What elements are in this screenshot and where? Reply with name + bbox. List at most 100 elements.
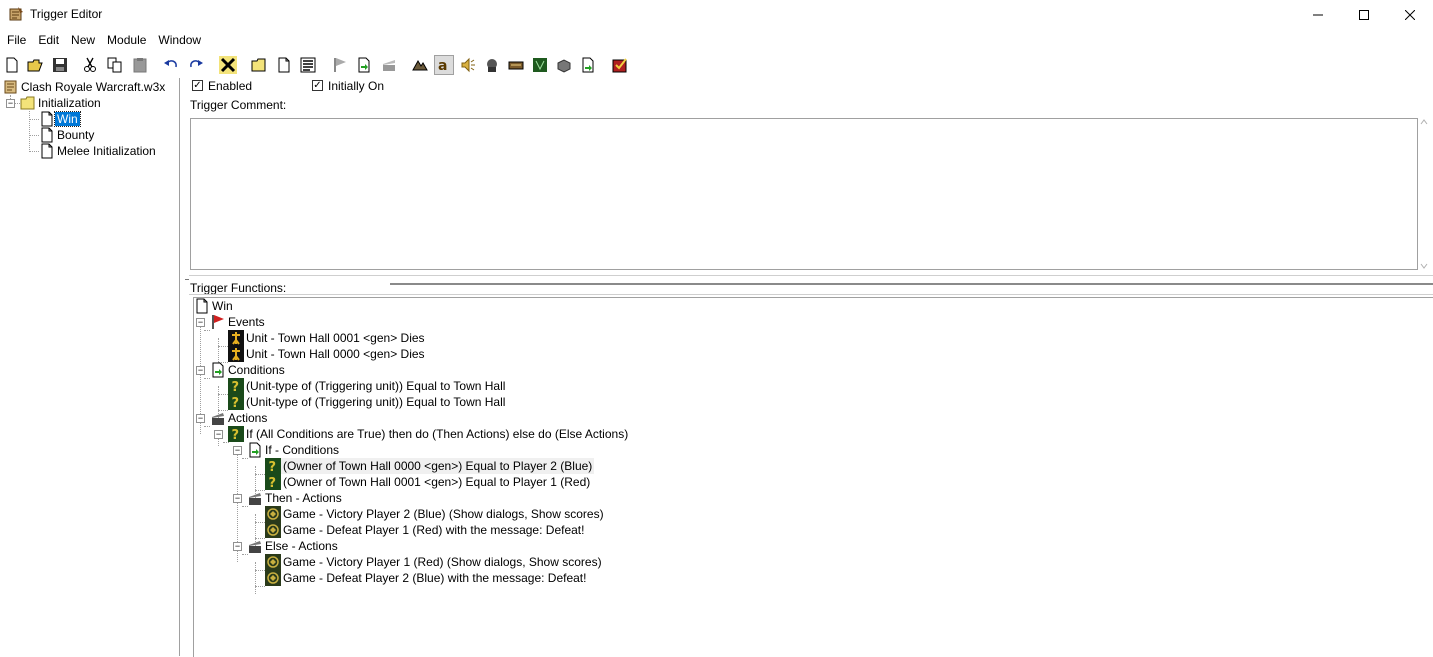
new-comment-button[interactable] [298,55,318,75]
trigger-label: Win [54,111,81,127]
paste-button[interactable] [130,55,150,75]
ai-editor-icon [533,58,547,72]
initially-on-checkbox[interactable]: ✓ [312,80,323,91]
else-actions-node[interactable]: Else - Actions [247,538,340,554]
undo-button[interactable] [161,55,181,75]
then-actions-collapse-toggle[interactable]: − [233,494,242,503]
new-condition-button[interactable] [354,55,374,75]
new-action-button[interactable] [379,55,399,75]
menu-bar: File Edit New Module Window [0,30,1433,50]
event-row[interactable]: Unit - Town Hall 0001 <gen> Dies [228,330,427,346]
conditions-label: Conditions [228,363,285,377]
tree-trigger-win[interactable]: Win [39,111,81,127]
maximize-button[interactable] [1341,0,1387,30]
sound-editor-button[interactable] [458,55,478,75]
redo-button[interactable] [186,55,206,75]
delete-button[interactable] [218,55,238,75]
save-button[interactable] [50,55,70,75]
event-label: Unit - Town Hall 0000 <gen> Dies [246,347,425,361]
game-action-icon [265,570,281,586]
events-collapse-toggle[interactable]: − [196,318,205,327]
new-action-icon [383,60,395,71]
if-collapse-toggle[interactable]: − [214,430,223,439]
splitter[interactable] [189,275,1433,276]
else-action-row[interactable]: Game - Victory Player 1 (Red) (Show dial… [265,554,604,570]
tree-map-root[interactable]: Clash Royale Warcraft.w3x [3,79,167,95]
ai-editor-button[interactable] [530,55,550,75]
trigger-document-icon [196,298,208,314]
then-action-row[interactable]: Game - Victory Player 2 (Blue) (Show dia… [265,506,606,522]
trigger-functions-label: Trigger Functions: [190,281,287,295]
close-icon [1405,10,1415,20]
svg-text:?: ? [232,428,240,442]
trigger-label: Bounty [57,128,95,142]
new-category-button[interactable] [249,55,269,75]
trigger-comment-textarea[interactable] [190,118,1418,270]
new-trigger-icon [278,57,290,73]
then-action-label: Game - Defeat Player 1 (Red) with the me… [283,523,585,537]
condition-row[interactable]: ? (Unit-type of (Triggering unit)) Equal… [228,378,507,394]
if-conditions-collapse-toggle[interactable]: − [233,446,242,455]
object-editor-icon [487,59,497,72]
new-condition-icon [358,57,370,73]
close-button[interactable] [1387,0,1433,30]
actions-node[interactable]: Actions [210,410,269,426]
open-button[interactable] [25,55,45,75]
tree-trigger-melee-initialization[interactable]: Melee Initialization [39,143,158,159]
then-action-label: Game - Victory Player 2 (Blue) (Show dia… [283,507,604,521]
enabled-label: Enabled [208,79,253,93]
events-node[interactable]: Events [210,314,267,330]
new-event-button[interactable] [330,55,350,75]
if-action-label: If (All Conditions are True) then do (Th… [246,427,629,441]
conditions-collapse-toggle[interactable]: − [196,366,205,375]
condition-label: (Unit-type of (Triggering unit)) Equal t… [246,379,506,393]
campaign-editor-button[interactable] [506,55,526,75]
conditions-node[interactable]: Conditions [210,362,287,378]
object-editor-button[interactable] [482,55,502,75]
test-map-icon [612,58,627,73]
cut-icon [84,57,96,72]
if-condition-row[interactable]: ? (Owner of Town Hall 0001 <gen>) Equal … [265,474,592,490]
copy-button[interactable] [105,55,125,75]
game-action-icon [265,554,281,570]
if-conditions-node[interactable]: If - Conditions [247,442,341,458]
collapse-toggle[interactable]: − [6,99,15,108]
tree-category-initialization[interactable]: Initialization [20,95,103,111]
then-action-row[interactable]: Game - Defeat Player 1 (Red) with the me… [265,522,586,538]
object-manager-button[interactable] [554,55,574,75]
new-trigger-button[interactable] [274,55,294,75]
if-then-else-action[interactable]: ? If (All Conditions are True) then do (… [228,426,630,442]
menu-edit[interactable]: Edit [32,30,65,50]
then-actions-node[interactable]: Then - Actions [247,490,344,506]
test-map-button[interactable] [610,55,630,75]
else-actions-label: Else - Actions [265,539,338,553]
menu-module[interactable]: Module [101,30,152,50]
menu-window[interactable]: Window [152,30,207,50]
trigger-functions-tree[interactable]: Win − Events Unit - Town Hall 0001 <gen>… [193,297,1433,657]
object-manager-icon [557,59,571,73]
tree-trigger-bounty[interactable]: Bounty [39,127,96,143]
condition-row[interactable]: ? (Unit-type of (Triggering unit)) Equal… [228,394,507,410]
event-row[interactable]: Unit - Town Hall 0000 <gen> Dies [228,346,427,362]
else-actions-collapse-toggle[interactable]: − [233,542,242,551]
enabled-checkbox[interactable]: ✓ [192,80,203,91]
trigger-tree[interactable]: Clash Royale Warcraft.w3x − Initializati… [0,78,180,656]
trigger-comment-label: Trigger Comment: [190,98,287,112]
map-scroll-icon [4,80,17,94]
function-root-win[interactable]: Win [194,298,235,314]
menu-file[interactable]: File [0,30,32,50]
minimize-button[interactable] [1295,0,1341,30]
else-action-row[interactable]: Game - Defeat Player 2 (Blue) with the m… [265,570,588,586]
comment-scrollbar[interactable] [1419,118,1429,270]
function-root-label: Win [212,299,233,313]
new-map-button[interactable] [2,55,22,75]
menu-new[interactable]: New [65,30,101,50]
import-manager-button[interactable] [578,55,598,75]
trigger-editor-app-icon [9,7,23,21]
actions-collapse-toggle[interactable]: − [196,414,205,423]
event-label: Unit - Town Hall 0001 <gen> Dies [246,331,425,345]
cut-button[interactable] [80,55,100,75]
terrain-editor-button[interactable] [410,55,430,75]
if-condition-row[interactable]: ? (Owner of Town Hall 0000 <gen>) Equal … [265,458,595,474]
trigger-editor-button[interactable]: a [434,55,454,75]
